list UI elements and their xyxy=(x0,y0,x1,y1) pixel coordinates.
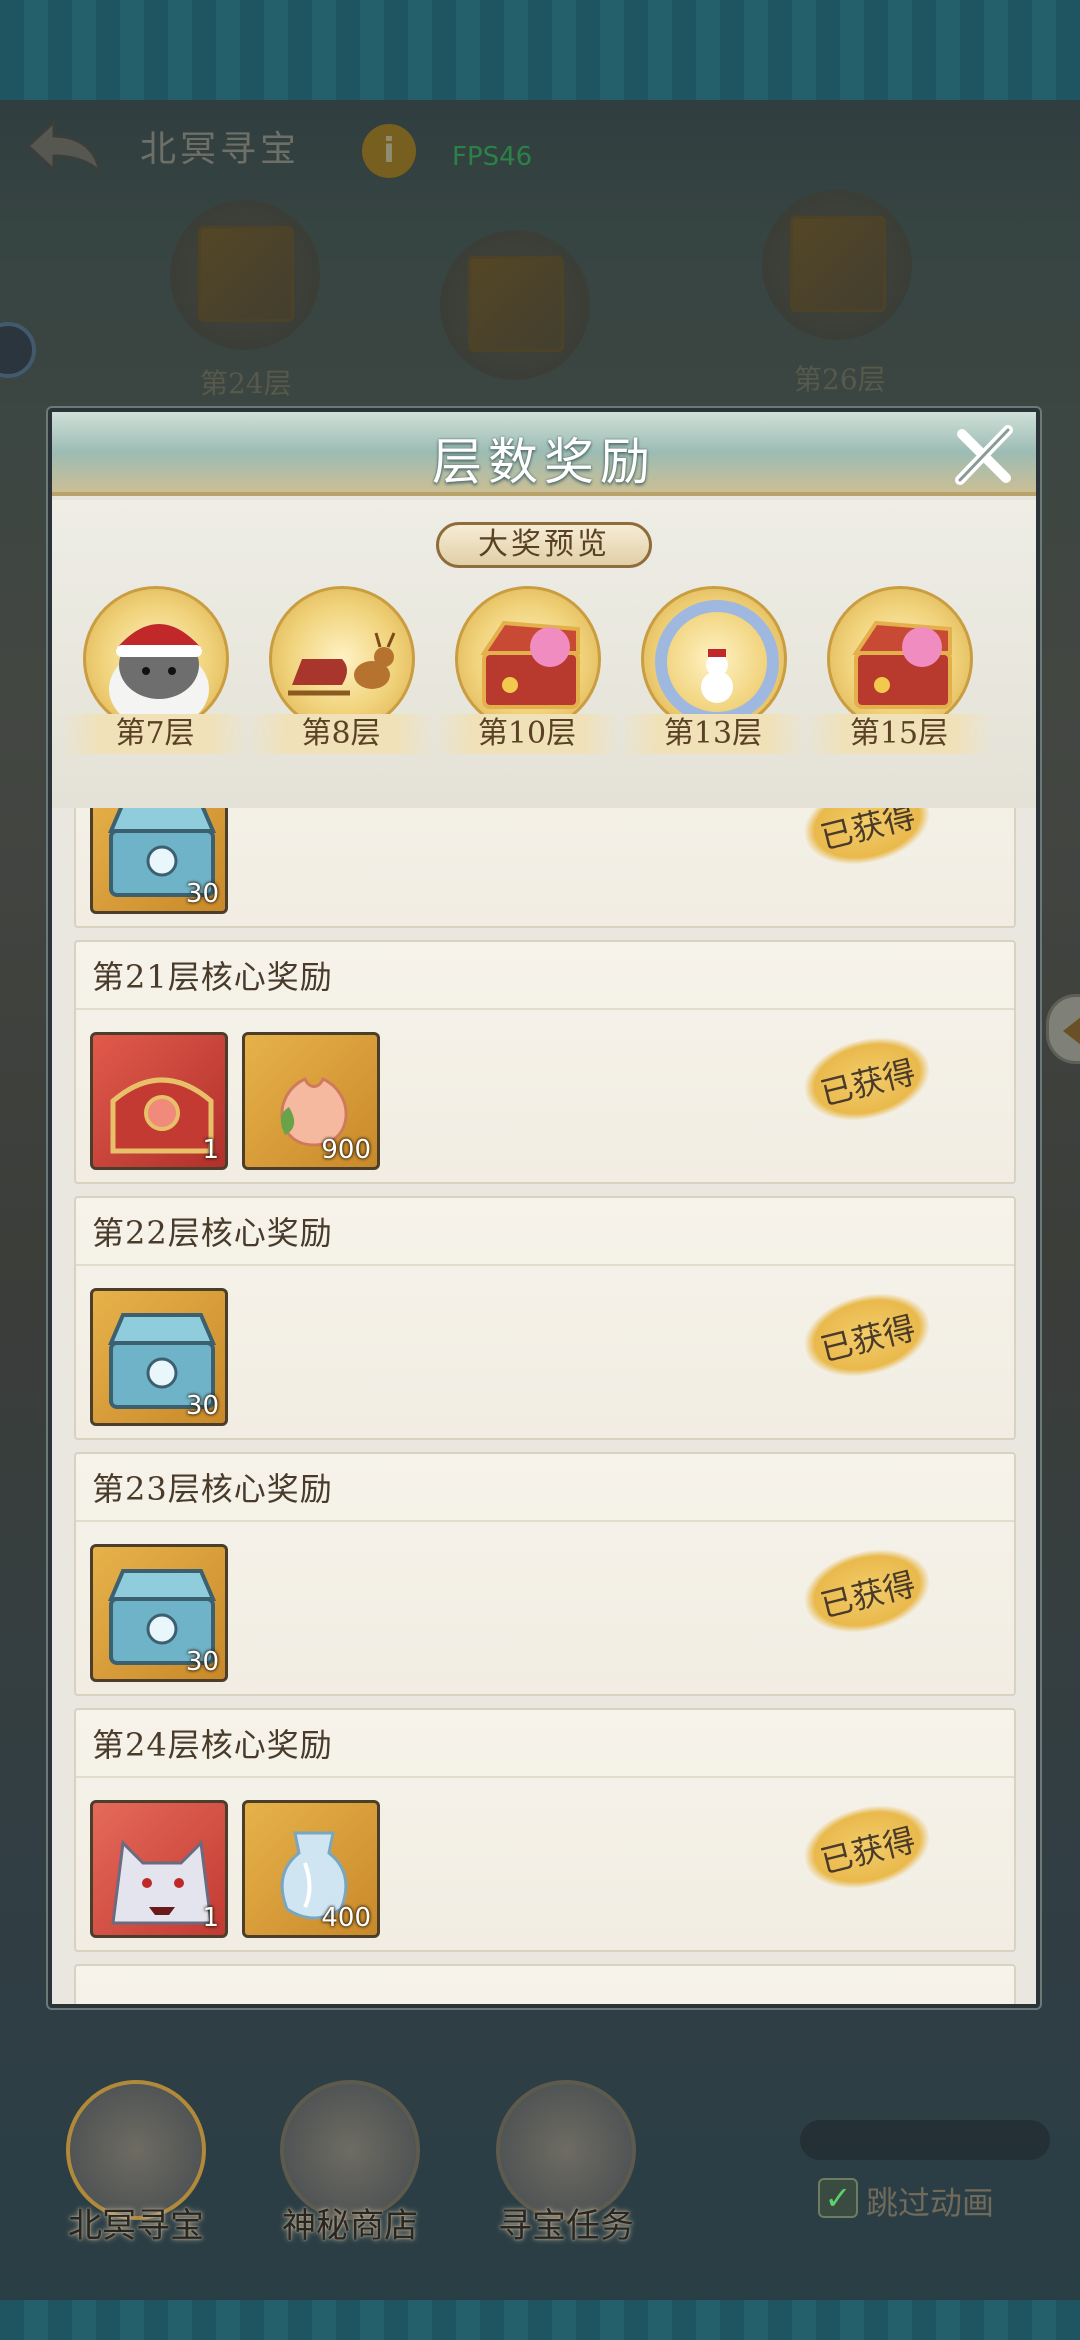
reward-card xyxy=(74,1964,1016,2004)
card-divider xyxy=(76,1264,1014,1266)
nav-item-shop[interactable]: 神秘商店 xyxy=(250,2080,450,2247)
item-count: 30 xyxy=(185,1647,219,1677)
card-divider xyxy=(76,1008,1014,1010)
preview-label: 第13层 xyxy=(620,714,806,754)
floor-reward-dialog: 层数奖励 大奖预览 第7层 第8层 第10层 第13层 第15层 30 已获得 … xyxy=(48,408,1040,2008)
preview-item[interactable] xyxy=(252,586,432,732)
item-count: 900 xyxy=(321,1135,371,1165)
reindeer-sleigh-icon xyxy=(269,586,415,732)
close-icon[interactable] xyxy=(948,420,1020,492)
claimed-stamp: 已获得 xyxy=(796,808,938,877)
reward-item-slot[interactable]: 400 xyxy=(242,1800,380,1938)
claimed-stamp: 已获得 xyxy=(796,1793,938,1901)
preview-label: 第7层 xyxy=(62,714,248,754)
claimed-text: 已获得 xyxy=(816,1564,920,1625)
dialog-header: 层数奖励 xyxy=(52,412,1036,496)
dialog-title: 层数奖励 xyxy=(432,433,656,491)
claimed-text: 已获得 xyxy=(816,1820,920,1881)
preview-item[interactable] xyxy=(810,586,990,732)
reward-item-slot[interactable]: 900 xyxy=(242,1032,380,1170)
skip-animation-label: 跳过动画 xyxy=(866,2184,995,2222)
claimed-stamp: 已获得 xyxy=(796,1281,938,1389)
nav-label: 北冥寻宝 xyxy=(68,2206,204,2246)
item-count: 30 xyxy=(185,879,219,909)
claimed-text: 已获得 xyxy=(816,1052,920,1113)
reward-item-slot[interactable]: 1 xyxy=(90,1800,228,1938)
gift-chest-icon xyxy=(827,586,973,732)
item-count: 1 xyxy=(202,1135,219,1165)
card-divider xyxy=(76,1776,1014,1778)
card-title: 第21层核心奖励 xyxy=(92,958,333,996)
claimed-text: 已获得 xyxy=(816,808,920,857)
claimed-text: 已获得 xyxy=(816,1308,920,1369)
claimed-stamp: 已获得 xyxy=(796,1537,938,1645)
preview-item[interactable] xyxy=(624,586,804,732)
item-count: 1 xyxy=(202,1903,219,1933)
grand-prize-preview: 大奖预览 xyxy=(52,500,1036,812)
preview-tag: 大奖预览 xyxy=(436,522,652,568)
claimed-stamp: 已获得 xyxy=(796,1025,938,1133)
preview-label: 第8层 xyxy=(248,714,434,754)
skip-bar xyxy=(800,2120,1050,2160)
skip-animation-checkbox[interactable]: ✓ xyxy=(818,2178,858,2218)
santa-seal-icon xyxy=(83,586,229,732)
reward-list[interactable]: 30 已获得 第21层核心奖励 1 900 已获得 第22层核心奖励 30 已获… xyxy=(52,808,1036,2004)
reward-item-slot[interactable]: 30 xyxy=(90,1288,228,1426)
reward-item-slot[interactable]: 1 xyxy=(90,1032,228,1170)
nav-label: 寻宝任务 xyxy=(498,2206,634,2246)
reward-item-slot[interactable]: 30 xyxy=(90,1544,228,1682)
item-count: 30 xyxy=(185,1391,219,1421)
reward-card: 第22层核心奖励 30 已获得 xyxy=(74,1196,1016,1440)
bottom-nav: 北冥寻宝 神秘商店 寻宝任务 xyxy=(0,2070,1080,2270)
reward-card: 第23层核心奖励 30 已获得 xyxy=(74,1452,1016,1696)
card-title: 第22层核心奖励 xyxy=(92,1214,333,1252)
preview-item[interactable] xyxy=(66,586,246,732)
bottom-pattern-band xyxy=(0,2300,1080,2340)
item-count: 400 xyxy=(321,1903,371,1933)
preview-label: 第10层 xyxy=(434,714,620,754)
snowman-frame-icon xyxy=(641,586,787,732)
reward-item-slot[interactable]: 30 xyxy=(90,808,228,914)
card-divider xyxy=(76,1520,1014,1522)
card-title: 第24层核心奖励 xyxy=(92,1726,333,1764)
preview-item[interactable] xyxy=(438,586,618,732)
gift-chest-icon xyxy=(455,586,601,732)
nav-item-tasks[interactable]: 寻宝任务 xyxy=(466,2080,666,2247)
nav-label: 神秘商店 xyxy=(282,2206,418,2246)
reward-card: 第21层核心奖励 1 900 已获得 xyxy=(74,940,1016,1184)
top-pattern-band xyxy=(0,0,1080,100)
preview-label: 第15层 xyxy=(806,714,992,754)
preview-labels: 第7层 第8层 第10层 第13层 第15层 xyxy=(52,714,1036,758)
reward-card: 30 已获得 xyxy=(74,808,1016,928)
card-title: 第23层核心奖励 xyxy=(92,1470,333,1508)
reward-card: 第24层核心奖励 1 400 已获得 xyxy=(74,1708,1016,1952)
nav-item-treasure[interactable]: 北冥寻宝 xyxy=(36,2080,236,2247)
